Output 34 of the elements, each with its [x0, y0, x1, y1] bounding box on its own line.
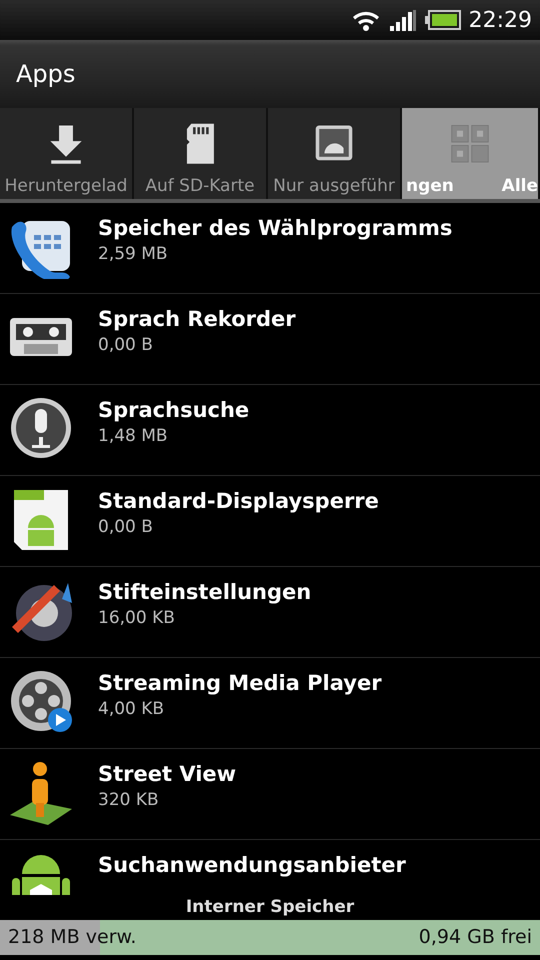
app-name: Sprachsuche [98, 397, 250, 424]
pegman-icon [8, 759, 74, 825]
app-size: 320 KB [98, 789, 160, 812]
app-name: Stifteinstellungen [98, 579, 312, 606]
used-storage: 218 MB verw. [8, 925, 136, 950]
app-size: 16,00 KB [98, 607, 176, 630]
tab[interactable]: ngen Alle [402, 108, 540, 199]
signal-icon [388, 8, 417, 32]
free-storage: 0,94 GB frei [418, 925, 532, 950]
app-name: Suchanwendungsanbieter [98, 852, 406, 879]
storage-title: Interner Speicher [186, 896, 354, 919]
app-size: 4,00 KB [98, 698, 166, 722]
app-size: 2,59 MB [98, 243, 169, 266]
app-name: Standard-Displaysperre [98, 488, 379, 515]
battery-icon [424, 10, 461, 30]
tab-label: Alle [502, 174, 538, 198]
tab-label: Auf SD-Karte [145, 174, 255, 198]
app-name: Street View [98, 761, 236, 788]
app-name: Speicher des Wählprogramms [98, 215, 452, 242]
tab-label: Nur ausgeführ [273, 174, 395, 198]
app-name: Streaming Media Player [98, 670, 382, 697]
tab[interactable]: Heruntergelad [0, 108, 134, 199]
tab[interactable]: Nur ausgeführ [268, 108, 402, 199]
tab-label: ngen [406, 174, 454, 198]
app-size: 0,00 B [98, 334, 154, 358]
app-name: Sprach Rekorder [98, 306, 296, 333]
tab-label: Heruntergelad [4, 174, 128, 198]
microphone-icon [8, 395, 74, 461]
tab[interactable]: Auf SD-Karte [134, 108, 268, 199]
screen-title: Apps [16, 59, 76, 90]
app-size: 1,48 MB [98, 425, 169, 448]
time: 22:29 [468, 6, 532, 34]
app-size: 0,00 B [98, 516, 154, 540]
film-reel-icon [8, 668, 74, 734]
